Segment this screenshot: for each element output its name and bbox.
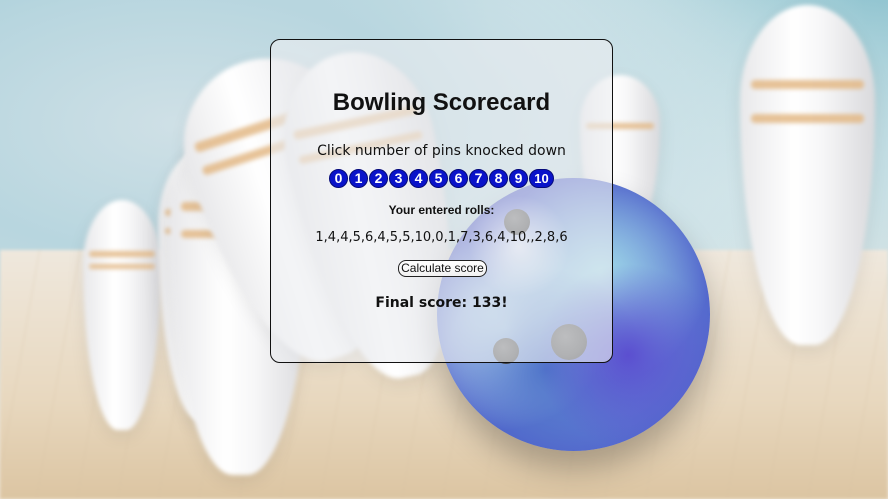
- pin-button-0[interactable]: 0: [329, 169, 348, 188]
- rolls-label: Your entered rolls:: [388, 203, 495, 217]
- calculate-score-button[interactable]: Calculate score: [398, 260, 487, 277]
- pin-button-5[interactable]: 5: [429, 169, 448, 188]
- rolls-value: 1,4,4,5,6,4,5,5,10,0,1,7,3,6,4,10,,2,8,6: [315, 230, 568, 245]
- instruction-text: Click number of pins knocked down: [317, 143, 566, 159]
- pin-button-8[interactable]: 8: [489, 169, 508, 188]
- page-title: Bowling Scorecard: [332, 89, 551, 116]
- pin-button-10[interactable]: 10: [529, 169, 554, 188]
- pin-button-2[interactable]: 2: [369, 169, 388, 188]
- pin-button-7[interactable]: 7: [469, 169, 488, 188]
- pin-button-1[interactable]: 1: [349, 169, 368, 188]
- pin-button-9[interactable]: 9: [509, 169, 528, 188]
- pin-button-3[interactable]: 3: [389, 169, 408, 188]
- scorecard-panel: Bowling Scorecard Click number of pins k…: [270, 39, 613, 363]
- final-score-text: Final score: 133!: [375, 295, 508, 311]
- pin-buttons-row: 0 1 2 3 4 5 6 7 8 9 10: [271, 169, 612, 188]
- pin-button-6[interactable]: 6: [449, 169, 468, 188]
- pin-button-4[interactable]: 4: [409, 169, 428, 188]
